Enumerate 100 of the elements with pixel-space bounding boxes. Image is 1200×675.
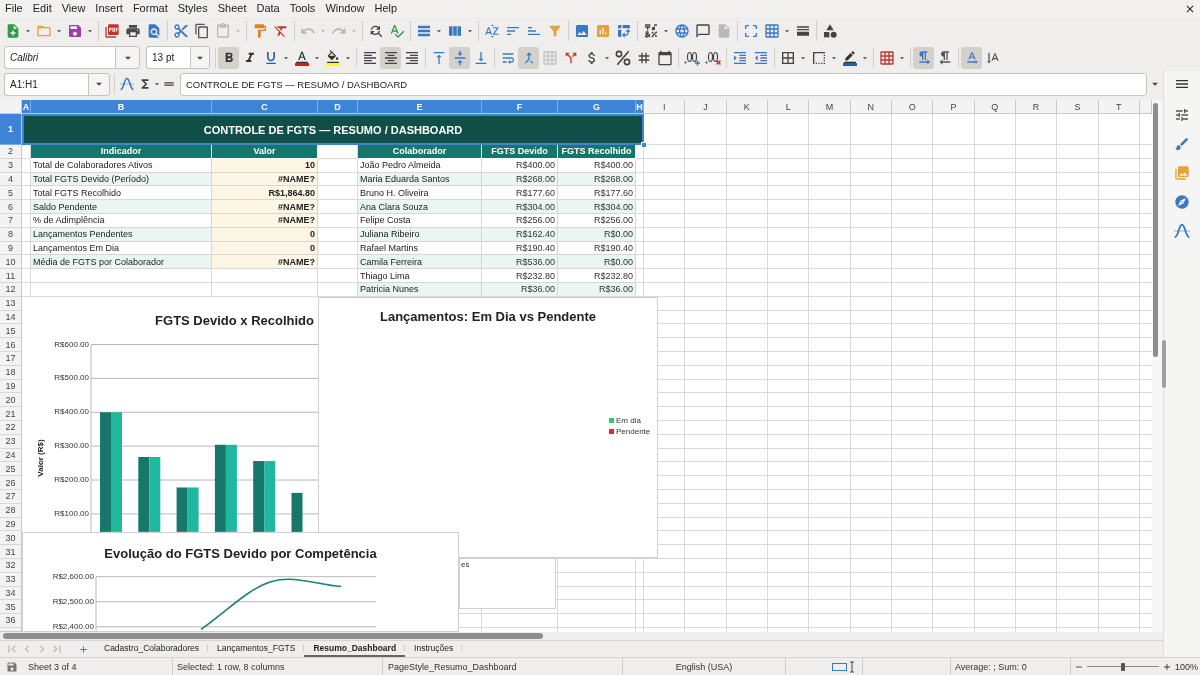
tick-label: 500.00 [64,373,89,384]
table-cell: R$0.00 [558,255,636,270]
table-cell: #NAME? [212,255,318,270]
table-header-cell: FGTS Recolhido [558,145,636,159]
column-header[interactable]: N [850,100,892,114]
borders-icon [779,49,796,66]
left-to-right-button[interactable] [913,46,934,69]
grid-icon [541,49,558,66]
menu-item[interactable]: View [56,0,91,17]
menu-item[interactable]: Format [127,0,173,17]
column-header[interactable]: G [558,100,636,114]
tick-label: 2,600.00 [62,571,94,582]
zoom-level[interactable]: 100% [1175,661,1199,672]
column-header[interactable]: E [358,100,482,114]
plus-icon[interactable] [78,643,89,655]
tick-label: 2,500.00 [62,596,94,607]
column-header[interactable]: O [891,100,934,114]
row-header[interactable]: 6 [0,200,22,214]
table-cell: R$232.80 [558,269,636,283]
slider-thumb[interactable] [1121,662,1125,671]
letter-with-bar-icon [293,49,310,66]
align-center-button[interactable] [380,46,401,69]
menu-item[interactable]: Tools [284,0,321,17]
table-cell: R$304.00 [558,200,636,214]
column-header[interactable]: L [768,100,810,114]
outdent-icon [752,49,769,66]
font-name-field[interactable]: Calibri [4,46,115,69]
row-header[interactable]: 26 [0,476,22,490]
row-header[interactable]: 2 [0,145,22,159]
tick-label: 200.00 [64,475,89,485]
row-header[interactable]: 11 [0,269,22,283]
function-curve-icon[interactable] [120,77,134,91]
currency-symbol: R$ [54,407,65,418]
language[interactable]: English (USA) [675,661,733,672]
paint-bucket-icon [324,49,341,66]
menu-item[interactable]: Edit [27,0,57,17]
bold-button[interactable] [218,46,239,69]
column-header[interactable]: D [318,100,358,114]
brush-icon [1174,136,1190,152]
menu-item[interactable]: Insert [90,0,128,17]
column-header[interactable]: C [212,100,318,114]
font-size-field[interactable]: 13 pt [146,46,190,69]
horizontal-text-button[interactable] [961,46,982,69]
column-header[interactable]: P [933,100,975,114]
scrollbar-thumb[interactable] [1153,103,1158,357]
column-header[interactable]: M [809,100,851,114]
sort-icon [483,22,500,39]
row-header[interactable]: 5 [0,186,22,201]
table-cell: Média de FGTS por Colaborador [31,255,212,270]
menu-item[interactable]: Window [320,0,370,17]
compass-icon [1174,194,1190,210]
menu-item[interactable]: Data [251,0,285,17]
selection-summary: Average: ; Sum: 0 [955,661,1027,672]
name-box-field[interactable]: A1:H1 [4,72,88,96]
column-header[interactable]: B [31,100,212,114]
vertical-scrollbar[interactable] [1152,100,1163,632]
row-header[interactable]: 35 [0,600,22,615]
scrollbar-thumb[interactable] [3,633,543,639]
sheet-tab[interactable]: Cadastro_Colaboradores [95,641,208,657]
formula-input-field[interactable]: CONTROLE DE FGTS — RESUMO / DASHBOARD [180,72,1147,96]
grid-icon [763,22,780,39]
column-header[interactable]: S [1057,100,1099,114]
tick-label: 400.00 [64,407,89,418]
row-header[interactable]: 10 [0,255,22,270]
sidebar-grip[interactable] [1162,340,1166,388]
row-header[interactable]: 21 [0,407,22,421]
menu-item[interactable]: Styles [172,0,213,17]
row-header[interactable]: 25 [0,462,22,477]
row-header[interactable]: 1 [0,114,22,145]
row-header[interactable]: 15 [0,324,22,339]
column-header[interactable]: J [685,100,727,114]
merge-and-center-button[interactable] [518,46,539,69]
row-header[interactable]: 31 [0,545,22,559]
row-header[interactable]: 30 [0,531,22,546]
row-header[interactable]: 16 [0,338,22,352]
column-header[interactable]: R [1015,100,1058,114]
row-header[interactable]: 36 [0,614,22,628]
sheet-tab[interactable]: Lançamentos_FGTS [208,641,305,657]
clipboard-icon [214,22,231,39]
align-center-icon [382,49,399,66]
percent-icon [614,49,631,66]
column-header[interactable]: Q [974,100,1016,114]
fill-handle[interactable] [641,142,647,148]
pdf-file-icon [103,22,120,39]
sigma-icon[interactable] [138,77,152,91]
column-header[interactable]: I [644,100,686,114]
menu-item[interactable]: Help [369,0,403,17]
column-header[interactable]: F [482,100,558,114]
legend-label: Em dia [616,416,641,425]
menu-item[interactable]: File [0,0,28,17]
column-header[interactable]: T [1098,100,1140,114]
menu-item[interactable]: Sheet [212,0,252,17]
title-cell[interactable]: CONTROLE DE FGTS — RESUMO / DASHBOARD [22,114,644,145]
row-header[interactable]: 20 [0,393,22,408]
axis-title: Valor (R$) [36,439,45,477]
center-vertically-button[interactable] [449,46,470,69]
text-cursor-icon[interactable] [832,660,856,673]
chart-label: es [461,560,470,569]
column-header[interactable]: K [726,100,768,114]
sheet-tab[interactable]: Instruções [405,641,463,657]
